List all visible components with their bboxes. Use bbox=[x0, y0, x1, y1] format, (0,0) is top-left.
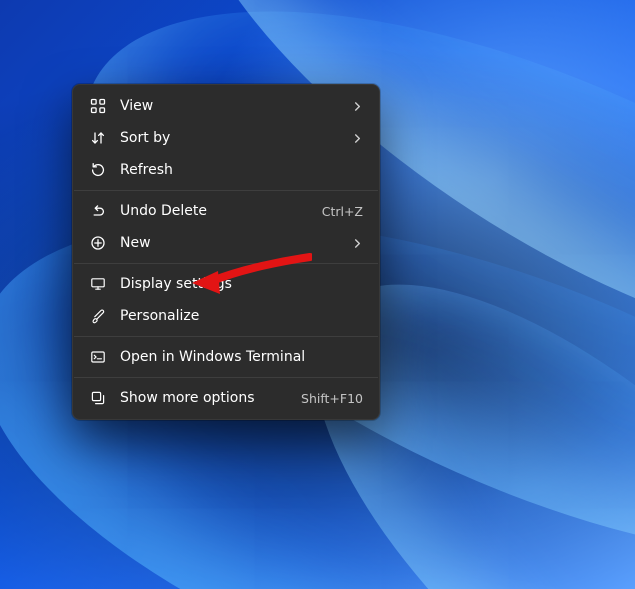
view-grid-icon bbox=[89, 97, 107, 115]
menu-item-label: Refresh bbox=[120, 163, 363, 177]
terminal-icon bbox=[89, 348, 107, 366]
menu-item-label: Personalize bbox=[120, 309, 363, 323]
menu-item-view[interactable]: View bbox=[77, 90, 375, 122]
desktop-context-menu: View Sort by Re bbox=[72, 84, 380, 420]
menu-item-label: Undo Delete bbox=[120, 204, 312, 218]
personalize-brush-icon bbox=[89, 307, 107, 325]
menu-item-label: New bbox=[120, 236, 342, 250]
menu-item-label: Open in Windows Terminal bbox=[120, 350, 363, 364]
menu-separator bbox=[74, 377, 378, 378]
menu-item-new[interactable]: New bbox=[77, 227, 375, 259]
new-plus-icon bbox=[89, 234, 107, 252]
menu-item-shortcut: Shift+F10 bbox=[301, 391, 363, 406]
menu-item-display-settings[interactable]: Display settings bbox=[77, 268, 375, 300]
refresh-icon bbox=[89, 161, 107, 179]
desktop-wallpaper[interactable]: View Sort by Re bbox=[0, 0, 635, 589]
menu-item-shortcut: Ctrl+Z bbox=[322, 204, 363, 219]
menu-item-undo-delete[interactable]: Undo Delete Ctrl+Z bbox=[77, 195, 375, 227]
menu-item-label: Display settings bbox=[120, 277, 363, 291]
menu-item-label: Show more options bbox=[120, 391, 291, 405]
show-more-options-icon bbox=[89, 389, 107, 407]
menu-item-label: Sort by bbox=[120, 131, 342, 145]
menu-item-sort-by[interactable]: Sort by bbox=[77, 122, 375, 154]
chevron-right-icon bbox=[352, 133, 363, 144]
menu-item-personalize[interactable]: Personalize bbox=[77, 300, 375, 332]
sort-icon bbox=[89, 129, 107, 147]
menu-item-refresh[interactable]: Refresh bbox=[77, 154, 375, 186]
chevron-right-icon bbox=[352, 101, 363, 112]
display-settings-icon bbox=[89, 275, 107, 293]
menu-item-label: View bbox=[120, 99, 342, 113]
menu-separator bbox=[74, 263, 378, 264]
menu-item-show-more-options[interactable]: Show more options Shift+F10 bbox=[77, 382, 375, 414]
menu-separator bbox=[74, 190, 378, 191]
menu-item-open-terminal[interactable]: Open in Windows Terminal bbox=[77, 341, 375, 373]
undo-icon bbox=[89, 202, 107, 220]
menu-separator bbox=[74, 336, 378, 337]
chevron-right-icon bbox=[352, 238, 363, 249]
